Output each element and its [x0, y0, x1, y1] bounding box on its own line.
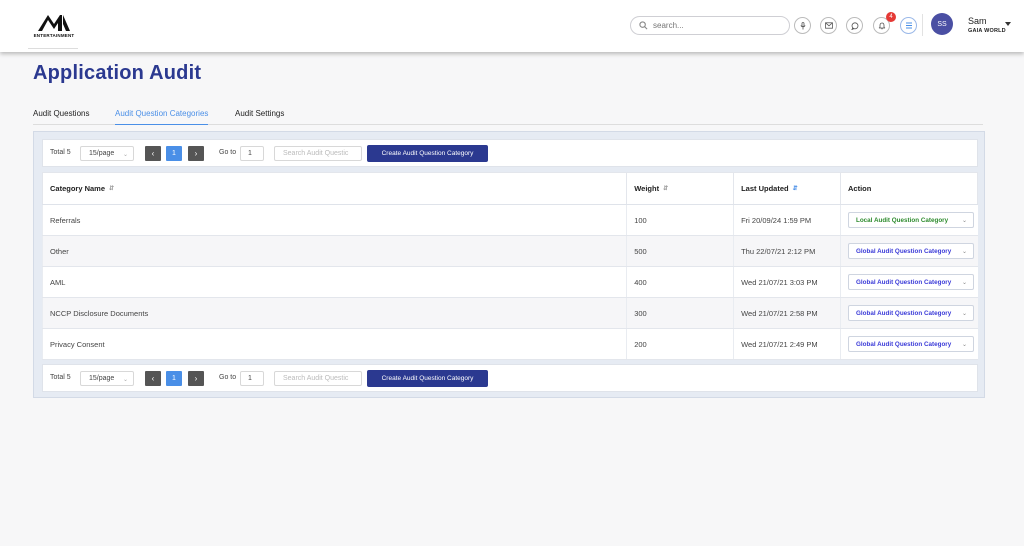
tab-audit-question-categories[interactable]: Audit Question Categories — [115, 109, 209, 125]
page-size-value: 15/page — [89, 375, 115, 382]
prev-page-button[interactable]: ‹ — [145, 371, 161, 386]
last-updated-cell: Wed 21/07/21 2:58 PM — [733, 297, 841, 329]
sort-icon[interactable]: ⇵ — [663, 185, 668, 192]
user-name[interactable]: Sam — [968, 16, 987, 26]
logo-mark-icon — [38, 15, 70, 31]
next-page-button[interactable]: › — [188, 371, 204, 386]
mail-button[interactable] — [820, 17, 837, 34]
last-updated-cell: Thu 22/07/21 2:12 PM — [733, 235, 841, 267]
chevron-down-icon: ⌄ — [961, 341, 967, 348]
chevron-down-icon: ⌄ — [961, 217, 967, 224]
pagination-bottom: Total 5 15/page ⌄ ‹ 1 › Go to 1 Search A… — [42, 364, 978, 392]
column-header-weight[interactable]: Weight ⇵ — [626, 172, 735, 205]
weight-cell: 300 — [626, 297, 734, 329]
mic-button[interactable] — [794, 17, 811, 34]
weight-cell: 500 — [626, 235, 734, 267]
pagination-top: Total 5 15/page ⌄ ‹ 1 › Go to 1 Search A… — [42, 139, 978, 167]
top-bar: ENTERTAINMENT 4 — [0, 0, 1024, 52]
tab-audit-settings[interactable]: Audit Settings — [235, 109, 284, 124]
chevron-down-icon: ⌄ — [961, 248, 967, 255]
last-updated-cell: Wed 21/07/21 2:49 PM — [733, 328, 841, 360]
last-updated-cell: Fri 20/09/24 1:59 PM — [733, 204, 841, 236]
weight-cell: 100 — [626, 204, 734, 236]
column-header-action: Action — [839, 172, 979, 205]
column-header-last-updated[interactable]: Last Updated ⇵ — [733, 172, 841, 205]
action-cell: Global Audit Question Category ⌄ — [839, 328, 978, 360]
total-count: Total 5 — [50, 149, 71, 156]
chat-button[interactable] — [846, 17, 863, 34]
company-logo[interactable]: ENTERTAINMENT — [32, 12, 76, 44]
weight-cell: 200 — [626, 328, 734, 360]
chevron-down-icon: ⌄ — [961, 279, 967, 286]
global-search[interactable] — [630, 16, 790, 35]
page-title: Application Audit — [33, 62, 202, 84]
page-number-current[interactable]: 1 — [166, 146, 182, 161]
category-scope-dropdown[interactable]: Local Audit Question Category ⌄ — [847, 212, 974, 228]
table-row: Privacy Consent 200 Wed 21/07/21 2:49 PM… — [41, 328, 978, 360]
header-divider — [922, 14, 923, 36]
bell-icon — [878, 22, 885, 29]
categories-table: Category Name ⇵ Weight ⇵ Last Updated ⇵ Act… — [41, 172, 979, 360]
category-scope-dropdown[interactable]: Global Audit Question Category ⌄ — [847, 274, 974, 290]
table-row: AML 400 Wed 21/07/21 3:03 PM Global Audi… — [41, 266, 978, 298]
category-scope-dropdown[interactable]: Global Audit Question Category ⌄ — [847, 336, 974, 352]
create-category-button[interactable]: Create Audit Question Category — [367, 145, 488, 162]
chat-icon — [850, 21, 858, 30]
mic-icon — [799, 21, 806, 29]
mail-icon — [824, 22, 833, 29]
action-cell: Global Audit Question Category ⌄ — [839, 266, 978, 298]
create-category-button[interactable]: Create Audit Question Category — [367, 370, 488, 387]
chevron-down-icon: ⌄ — [961, 310, 967, 317]
goto-page-input[interactable]: 1 — [240, 146, 264, 161]
sort-desc-icon[interactable]: ⇵ — [793, 185, 798, 192]
sort-icon[interactable]: ⇵ — [109, 185, 114, 192]
goto-page-input[interactable]: 1 — [240, 371, 264, 386]
action-cell: Global Audit Question Category ⌄ — [839, 297, 978, 329]
categories-panel: Total 5 15/page ⌄ ‹ 1 › Go to 1 Search A… — [33, 131, 985, 398]
category-name-cell: NCCP Disclosure Documents — [41, 297, 627, 329]
category-name-cell: Other — [41, 235, 627, 267]
column-header-category-name[interactable]: Category Name ⇵ — [41, 172, 628, 205]
page-size-select[interactable]: 15/page ⌄ — [80, 146, 134, 161]
search-icon — [639, 21, 648, 30]
user-organization: GAIA WORLD — [968, 28, 1006, 34]
page-number-current[interactable]: 1 — [166, 371, 182, 386]
table-row: Referrals 100 Fri 20/09/24 1:59 PM Local… — [41, 204, 978, 236]
tab-bar: Audit Questions Audit Question Categorie… — [33, 105, 983, 125]
menu-icon — [905, 22, 912, 29]
avatar[interactable]: SS — [931, 13, 953, 35]
table-header-row: Category Name ⇵ Weight ⇵ Last Updated ⇵ Act… — [41, 172, 979, 205]
page-size-select[interactable]: 15/page ⌄ — [80, 371, 134, 386]
chevron-down-icon: ⌄ — [122, 377, 128, 383]
category-name-cell: AML — [41, 266, 627, 298]
logo-divider — [28, 48, 78, 49]
search-categories-input[interactable]: Search Audit Questic — [274, 146, 362, 161]
category-scope-dropdown[interactable]: Global Audit Question Category ⌄ — [847, 243, 974, 259]
last-updated-cell: Wed 21/07/21 3:03 PM — [733, 266, 841, 298]
table-row: NCCP Disclosure Documents 300 Wed 21/07/… — [41, 297, 978, 329]
search-input[interactable] — [653, 21, 773, 30]
weight-cell: 400 — [626, 266, 734, 298]
prev-page-button[interactable]: ‹ — [145, 146, 161, 161]
tab-audit-questions[interactable]: Audit Questions — [33, 109, 89, 124]
table-row: Other 500 Thu 22/07/21 2:12 PM Global Au… — [41, 235, 978, 267]
search-categories-input[interactable]: Search Audit Questic — [274, 371, 362, 386]
logo-text: ENTERTAINMENT — [33, 33, 75, 38]
chevron-down-icon: ⌄ — [122, 152, 128, 158]
category-scope-dropdown[interactable]: Global Audit Question Category ⌄ — [847, 305, 974, 321]
next-page-button[interactable]: › — [188, 146, 204, 161]
menu-button[interactable] — [900, 17, 917, 34]
page-size-value: 15/page — [89, 150, 115, 157]
caret-down-icon[interactable] — [1005, 22, 1011, 26]
total-count: Total 5 — [50, 374, 71, 381]
action-cell: Global Audit Question Category ⌄ — [839, 235, 978, 267]
notification-count-badge: 4 — [886, 12, 896, 22]
category-name-cell: Privacy Consent — [41, 328, 627, 360]
goto-label: Go to — [219, 374, 237, 381]
category-name-cell: Referrals — [41, 204, 627, 236]
action-cell: Local Audit Question Category ⌄ — [839, 204, 978, 236]
goto-label: Go to — [219, 149, 237, 156]
